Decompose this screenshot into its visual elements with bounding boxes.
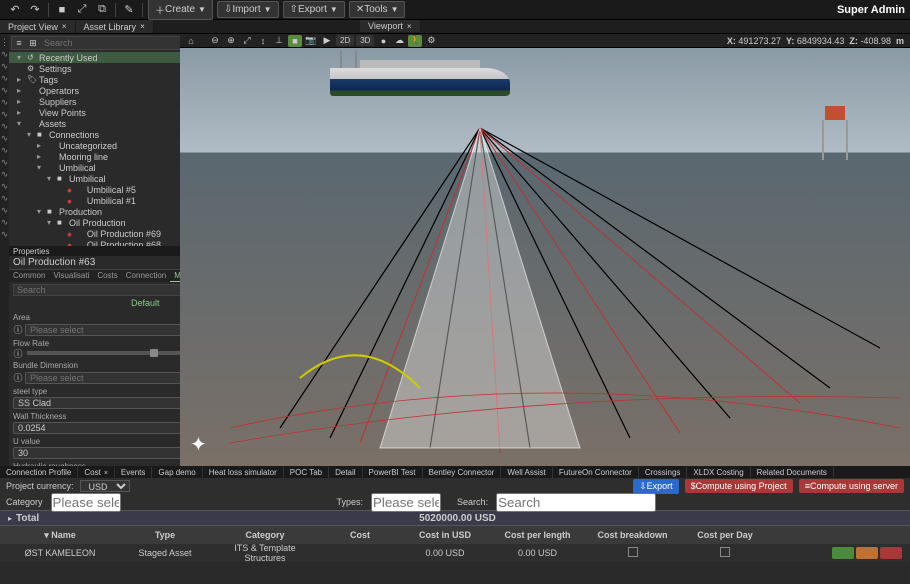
select-tool[interactable]: ■ [288, 35, 302, 47]
strip-icon[interactable]: ∿ [0, 84, 9, 96]
duplicate-icon[interactable]: ⧉ [93, 2, 111, 18]
filter-icon[interactable]: ⊞ [26, 37, 40, 49]
tools-menu[interactable]: ✕Tools▼ [349, 1, 406, 18]
compute-server-button[interactable]: ≡ Compute using server [799, 479, 904, 493]
compute-project-button[interactable]: $ Compute using Project [685, 479, 793, 493]
light-icon[interactable]: ● [376, 35, 390, 47]
play-icon[interactable]: ▶ [320, 35, 334, 47]
strip-icon[interactable]: ∿ [0, 168, 9, 180]
info-icon[interactable]: ⓘ [13, 371, 23, 384]
tab-project-view[interactable]: Project View× [0, 20, 76, 33]
strip-icon[interactable]: ∿ [0, 144, 9, 156]
strip-icon[interactable]: ∿ [0, 96, 9, 108]
vessel-asset[interactable] [330, 68, 510, 118]
row-delete-button[interactable] [880, 547, 902, 559]
props-tab[interactable]: Common [9, 270, 49, 282]
bottom-tab[interactable]: Connection Profile [0, 467, 78, 478]
fit-icon[interactable]: ⤢ [240, 35, 254, 47]
bottom-tab[interactable]: Gap demo [152, 467, 202, 478]
search-label: Search: [457, 497, 488, 507]
viewport-coordinates: X: 491273.27 Y: 6849934.43 Z: -408.98 m [727, 36, 904, 46]
hierarchy-icon[interactable]: ≡ [12, 37, 26, 49]
perday-checkbox[interactable] [720, 547, 730, 557]
selected-object-title: Oil Production #63 [13, 257, 199, 268]
strip-icon[interactable]: ∿ [0, 60, 9, 72]
props-tab[interactable]: Costs [93, 270, 121, 282]
strip-icon[interactable]: ∿ [0, 156, 9, 168]
types-filter[interactable] [371, 493, 441, 512]
zoom-in-icon[interactable]: ⊕ [224, 35, 238, 47]
props-tab[interactable]: Connection [122, 270, 170, 282]
export-menu[interactable]: ⇧Export▼ [283, 1, 345, 18]
bottom-tab[interactable]: Events [115, 467, 152, 478]
rig-asset[interactable] [820, 106, 850, 156]
compass-icon[interactable]: ✦ [190, 432, 214, 456]
bottom-tab[interactable]: Heat loss simulator [203, 467, 284, 478]
expand-icon[interactable]: ⤢ [73, 2, 91, 18]
props-tab[interactable]: Visualisati [49, 270, 93, 282]
mode-2d[interactable]: 2D [336, 35, 354, 46]
strip-icon[interactable]: ∿ [0, 48, 9, 60]
gear-icon[interactable]: ⚙ [424, 35, 438, 47]
strip-icon[interactable]: ∿ [0, 192, 9, 204]
camera-icon[interactable]: 📷 [304, 35, 318, 47]
cloud-icon[interactable]: ☁ [392, 35, 406, 47]
info-icon[interactable]: ⓘ [13, 323, 23, 336]
strip-icon[interactable]: ∿ [0, 72, 9, 84]
person-icon[interactable]: 🚶 [408, 35, 422, 47]
strip-icon[interactable]: ∿ [0, 216, 9, 228]
bottom-tab[interactable]: Related Documents [751, 467, 834, 478]
cost-table-header: ▾ Name Type Category Cost Cost in USD Co… [0, 526, 910, 544]
bottom-tab[interactable]: Crossings [639, 467, 688, 478]
left-icon-strip: ⋮ ∿ ∿ ∿ ∿ ∿ ∿ ∿ ∿ ∿ ∿ ∿ ∿ ∿ ∿ ∿ ∿ [0, 34, 9, 466]
tab-asset-library[interactable]: Asset Library× [76, 20, 154, 33]
forward-icon[interactable]: ↷ [26, 2, 44, 18]
total-row[interactable]: ▸ Total 5020000.00 USD [0, 510, 910, 526]
bottom-tab[interactable]: PowerBI Test [363, 467, 423, 478]
create-menu[interactable]: ＋Create▼ [148, 0, 213, 20]
strip-icon[interactable]: ∿ [0, 180, 9, 192]
import-menu[interactable]: ⇩Import▼ [217, 1, 279, 18]
bottom-tab[interactable]: Well Assist [501, 467, 553, 478]
bottom-tab[interactable]: Cost× [78, 467, 115, 478]
category-label: Category [6, 497, 43, 507]
zoom-out-icon[interactable]: ⊖ [208, 35, 222, 47]
edit-icon[interactable]: ✎ [120, 2, 138, 18]
strip-icon[interactable]: ∿ [0, 204, 9, 216]
table-row[interactable]: ØST KAMELEON Staged Asset ITS & Template… [0, 544, 910, 562]
bottom-tab[interactable]: FutureOn Connector [553, 467, 639, 478]
bottom-tab[interactable]: Bentley Connector [423, 467, 502, 478]
currency-label: Project currency: [6, 481, 74, 491]
row-copy-button[interactable] [856, 547, 878, 559]
chevron-right-icon: ▸ [8, 514, 12, 523]
strip-icon[interactable]: ∿ [0, 108, 9, 120]
save-icon[interactable]: ■ [53, 2, 71, 18]
category-filter[interactable] [51, 493, 121, 512]
export-button[interactable]: ⇩ Export [633, 479, 679, 494]
measure-icon[interactable]: ↕ [256, 35, 270, 47]
bottom-tab[interactable]: XLDX Costing [687, 467, 750, 478]
currency-select[interactable]: USD [80, 480, 130, 492]
types-label: Types: [337, 497, 364, 507]
mode-3d[interactable]: 3D [356, 35, 374, 46]
bottom-tab[interactable]: POC Tab [284, 467, 329, 478]
3d-viewport[interactable]: ✦ [180, 48, 910, 466]
back-icon[interactable]: ↶ [6, 2, 24, 18]
info-icon[interactable]: ⓘ [13, 347, 23, 360]
strip-icon[interactable]: ∿ [0, 228, 9, 240]
breakdown-checkbox[interactable] [628, 547, 638, 557]
user-label: Super Admin [837, 4, 905, 16]
strip-icon[interactable]: ∿ [0, 120, 9, 132]
row-edit-button[interactable] [832, 547, 854, 559]
strip-icon[interactable]: ⋮ [0, 36, 9, 48]
total-value: 5020000.00 USD [419, 513, 496, 524]
cost-search-input[interactable] [496, 493, 656, 512]
tab-viewport[interactable]: Viewport× [360, 20, 421, 32]
bottom-tab[interactable]: Detail [329, 467, 362, 478]
ruler-icon[interactable]: ⊥ [272, 35, 286, 47]
home-icon[interactable]: ⌂ [184, 35, 198, 47]
strip-icon[interactable]: ∿ [0, 132, 9, 144]
